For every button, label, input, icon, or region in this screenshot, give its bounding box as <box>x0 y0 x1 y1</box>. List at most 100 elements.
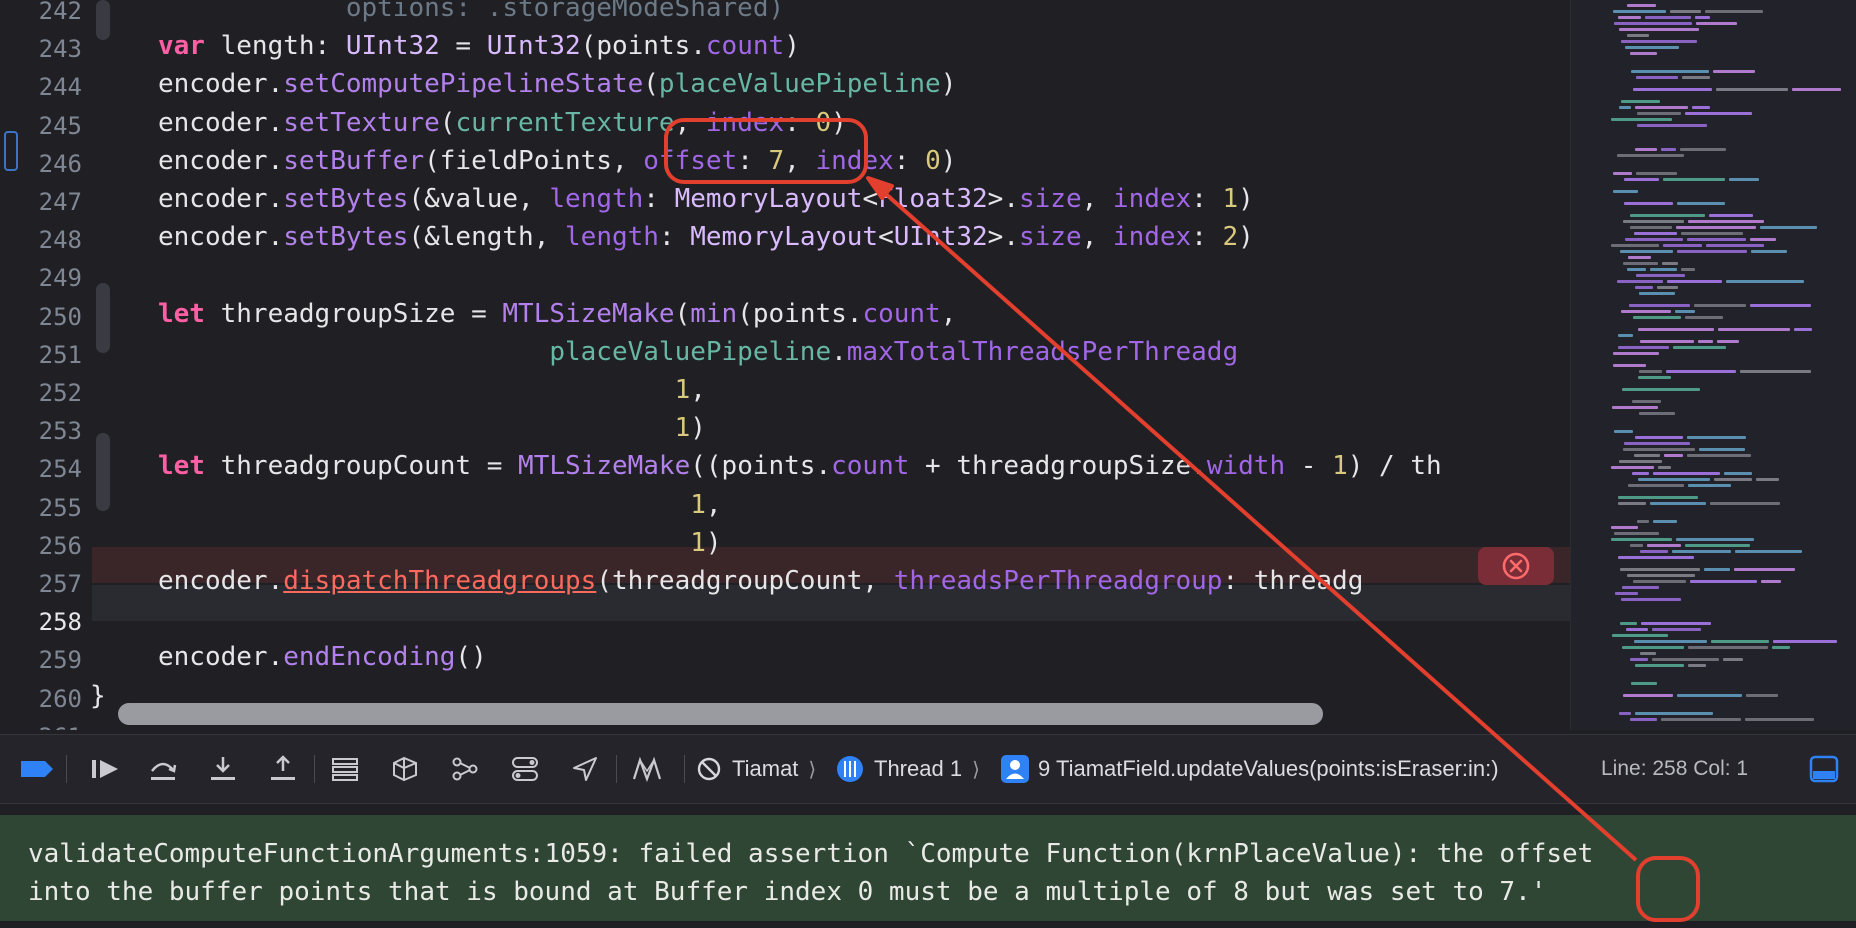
code-line[interactable]: 1) <box>158 413 706 443</box>
cursor-position: Line: 258 Col: 1 <box>1601 757 1749 780</box>
debug-view-hierarchy-icon[interactable] <box>326 751 364 787</box>
line-number[interactable]: 256 <box>0 532 82 560</box>
continue-icon[interactable] <box>86 751 124 787</box>
minimap-line <box>1670 10 1701 13</box>
minimap-line <box>1611 118 1672 121</box>
code-token: encoder. <box>158 108 284 138</box>
line-number[interactable]: 245 <box>0 112 82 140</box>
code-token: setBytes <box>283 184 409 214</box>
code-line[interactable]: encoder.setBytes(&length, length: Memory… <box>158 222 1254 252</box>
code-token: setBytes <box>283 222 409 252</box>
code-token: setTexture <box>283 108 440 138</box>
line-number[interactable]: 252 <box>0 379 82 407</box>
minimap-line <box>1621 100 1660 103</box>
code-token: endEncoding <box>283 642 456 672</box>
minimap-line <box>1618 346 1669 349</box>
code-line[interactable]: let threadgroupSize = MTLSizeMake(min(po… <box>158 299 956 329</box>
minimap-line <box>1611 526 1638 529</box>
line-number[interactable]: 260 <box>0 685 82 713</box>
environment-overrides-icon[interactable] <box>446 751 484 787</box>
code-editor[interactable]: 242 243 244 245 246 247 248 249 250 251 252 253 254 2… <box>0 0 1570 730</box>
step-over-icon[interactable] <box>144 751 182 787</box>
minimap-line <box>1628 256 1651 259</box>
line-number[interactable]: 248 <box>0 226 82 254</box>
console-area[interactable]: validateComputeFunctionArguments:1059: f… <box>0 805 1856 928</box>
minimap-line <box>1664 454 1683 457</box>
code-token: < <box>878 222 894 252</box>
line-number[interactable]: 246 <box>0 150 82 178</box>
code-token: ) / th <box>1347 451 1442 481</box>
horizontal-scrollbar[interactable] <box>118 703 1323 725</box>
line-number[interactable]: 255 <box>0 494 82 522</box>
code-token: ( <box>643 69 659 99</box>
step-out-icon[interactable] <box>264 751 302 787</box>
line-number[interactable]: 242 <box>0 0 82 25</box>
code-line[interactable]: let threadgroupCount = MTLSizeMake((poin… <box>158 451 1442 481</box>
code-line[interactable]: 1, <box>158 490 721 520</box>
minimap-line <box>1632 400 1661 403</box>
code-line[interactable]: 1) <box>158 528 721 558</box>
minimap-line <box>1614 430 1633 433</box>
line-number[interactable]: 261 <box>0 723 82 730</box>
code-line[interactable]: encoder.dispatchThreadgroups(threadgroup… <box>158 566 1363 596</box>
minimap-line <box>1653 520 1677 523</box>
line-number[interactable]: 254 <box>0 455 82 483</box>
line-number[interactable]: 251 <box>0 341 82 369</box>
code-token: length <box>549 184 644 214</box>
code-line[interactable]: var length: UInt32 = UInt32(points.count… <box>158 31 800 61</box>
simulate-location-icon[interactable] <box>506 751 544 787</box>
code-line[interactable]: encoder.setComputePipelineState(placeVal… <box>158 69 956 99</box>
code-token: (threadgroupCount, <box>596 566 894 596</box>
annotation-box-offset <box>664 118 868 184</box>
minimap-line <box>1636 172 1677 175</box>
code-token: : <box>1191 222 1223 252</box>
fold-ribbon[interactable] <box>96 283 110 353</box>
minimap-line <box>1620 622 1637 625</box>
code-line[interactable]: encoder.setBytes(&value, length: MemoryL… <box>158 184 1254 214</box>
minimap[interactable] <box>1570 0 1856 730</box>
fold-ribbon[interactable] <box>96 433 110 511</box>
minimap-line <box>1645 16 1691 19</box>
minimap-line <box>1635 286 1653 289</box>
minimap-line <box>1710 502 1780 505</box>
line-number[interactable]: 257 <box>0 570 82 598</box>
minimap-line <box>1635 106 1688 109</box>
line-number[interactable]: 250 <box>0 303 82 331</box>
breadcrumb-thread[interactable]: Thread 1 ⟩ <box>836 753 980 785</box>
line-number[interactable]: 253 <box>0 417 82 445</box>
step-into-icon[interactable] <box>204 751 242 787</box>
breakpoints-toggle-icon[interactable] <box>18 751 56 787</box>
minimap-line <box>1624 202 1673 205</box>
code-line[interactable]: } <box>90 681 106 711</box>
minimap-line <box>1624 178 1659 181</box>
line-number[interactable]: 244 <box>0 73 82 101</box>
minimap-line <box>1716 88 1788 91</box>
code-line[interactable]: 1, <box>158 375 706 405</box>
code-line[interactable]: options: .storageModeShared) <box>158 0 784 23</box>
breadcrumb-scheme[interactable]: Tiamat ⟩ <box>696 753 816 785</box>
code-token: MTLSizeMake <box>518 451 691 481</box>
error-badge[interactable] <box>1478 547 1554 585</box>
fold-ribbon[interactable] <box>96 0 110 40</box>
minimap-line <box>1618 334 1633 337</box>
code-line[interactable]: encoder.endEncoding() <box>158 642 487 672</box>
minimap-line <box>1635 148 1657 151</box>
line-number[interactable]: 243 <box>0 35 82 63</box>
line-number[interactable]: 247 <box>0 188 82 216</box>
memory-graph-icon[interactable] <box>386 751 424 787</box>
minimap-line <box>1614 532 1659 535</box>
panel-toggle-icon[interactable] <box>1808 753 1840 785</box>
line-number[interactable]: 259 <box>0 646 82 674</box>
line-number[interactable]: 249 <box>0 264 82 292</box>
minimap-line <box>1687 454 1751 457</box>
location-arrow-icon[interactable] <box>566 751 604 787</box>
minimap-line <box>1676 226 1756 229</box>
minimap-line <box>1635 712 1713 715</box>
code-line[interactable]: placeValuePipeline.maxTotalThreadsPerThr… <box>158 337 1238 367</box>
code-token: = <box>439 31 487 61</box>
line-number[interactable]: 258 <box>0 608 82 636</box>
divider <box>616 755 617 783</box>
minimap-line <box>1740 370 1811 373</box>
metal-capture-icon[interactable] <box>628 751 666 787</box>
breadcrumb-frame[interactable]: 9 TiamatField.updateValues(points:isEras… <box>1000 753 1499 785</box>
